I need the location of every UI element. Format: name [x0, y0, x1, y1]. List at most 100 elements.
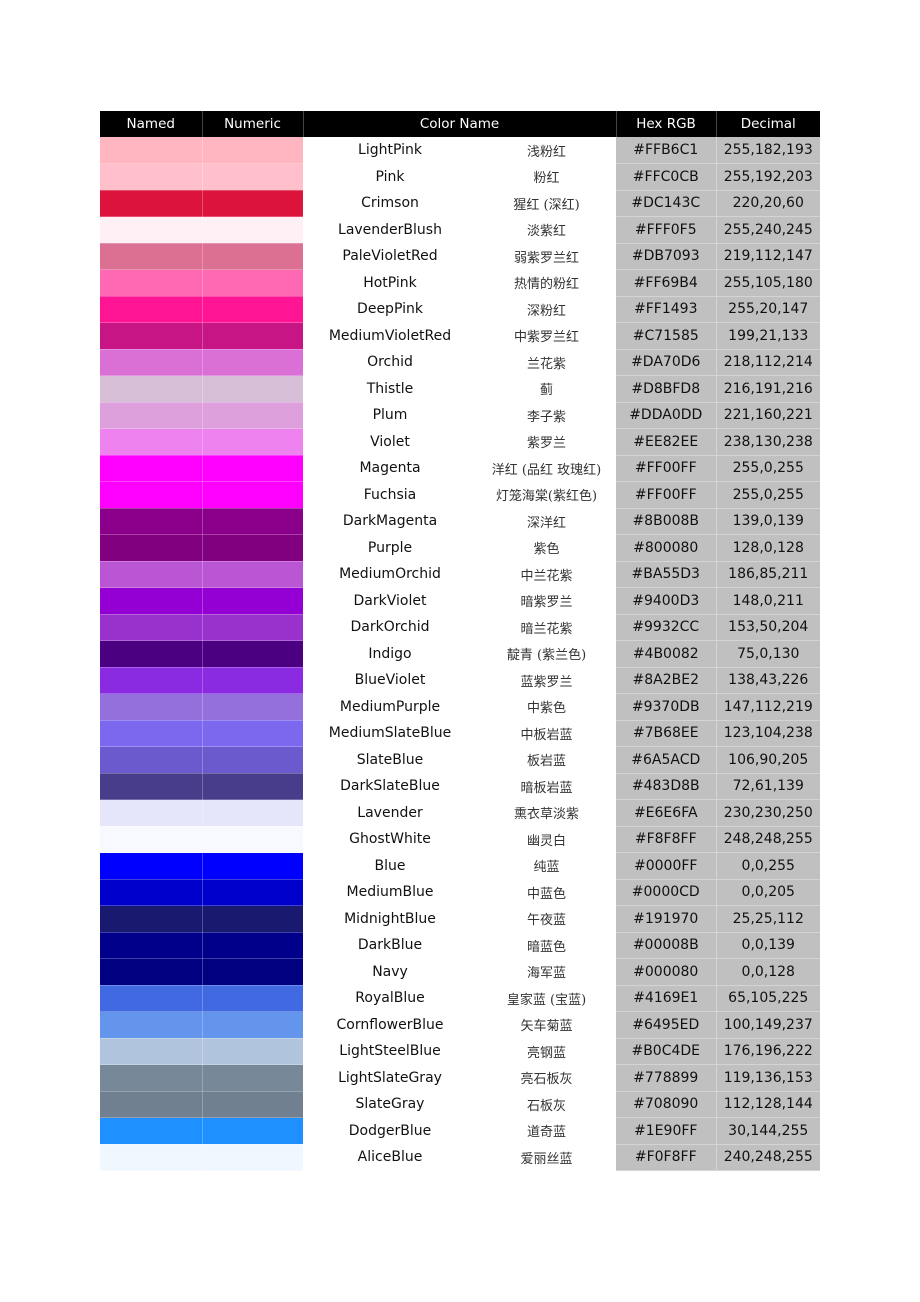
table-row: DarkSlateBlue 暗板岩蓝 #483D8B 72,61,139: [100, 773, 820, 800]
color-name-zh: 靛青 (紫兰色): [477, 640, 616, 668]
named-swatch: [100, 746, 203, 774]
named-swatch: [100, 1064, 203, 1092]
color-name-en: MediumVioletRed: [303, 322, 477, 350]
color-name-en: DarkSlateBlue: [303, 773, 477, 800]
hex-value: #1E90FF: [616, 1117, 717, 1145]
decimal-value: 148,0,211: [716, 587, 820, 615]
numeric-swatch: [202, 614, 303, 641]
numeric-swatch: [202, 852, 303, 880]
header-decimal: Decimal: [716, 111, 820, 137]
decimal-value: 123,104,238: [716, 720, 820, 747]
color-name-zh: 暗板岩蓝: [477, 773, 616, 800]
hex-value: #EE82EE: [616, 428, 717, 456]
decimal-value: 255,192,203: [716, 163, 820, 191]
table-row: MediumBlue 中蓝色 #0000CD 0,0,205: [100, 879, 820, 906]
color-name-zh: 纯蓝: [477, 852, 616, 880]
table-row: DodgerBlue 道奇蓝 #1E90FF 30,144,255: [100, 1117, 820, 1145]
named-swatch: [100, 216, 203, 244]
color-name-en: DarkMagenta: [303, 508, 477, 535]
color-name-zh: 深粉红: [477, 296, 616, 323]
decimal-value: 255,240,245: [716, 216, 820, 244]
color-name-en: BlueViolet: [303, 667, 477, 694]
decimal-value: 30,144,255: [716, 1117, 820, 1145]
numeric-swatch: [202, 1091, 303, 1118]
decimal-value: 230,230,250: [716, 799, 820, 827]
hex-value: #191970: [616, 905, 717, 933]
color-name-en: RoyalBlue: [303, 985, 477, 1012]
table-row: DeepPink 深粉红 #FF1493 255,20,147: [100, 296, 820, 323]
decimal-value: 106,90,205: [716, 746, 820, 774]
color-name-zh: 午夜蓝: [477, 905, 616, 933]
color-name-zh: 幽灵白: [477, 826, 616, 853]
table-row: Orchid 兰花紫 #DA70D6 218,112,214: [100, 349, 820, 376]
named-swatch: [100, 508, 203, 535]
named-swatch: [100, 693, 203, 721]
hex-value: #8A2BE2: [616, 667, 717, 694]
table-row: Magenta 洋红 (品红 玫瑰红) #FF00FF 255,0,255: [100, 455, 820, 482]
color-name-zh: 弱紫罗兰红: [477, 243, 616, 270]
decimal-value: 186,85,211: [716, 561, 820, 588]
color-name-zh: 暗紫罗兰: [477, 587, 616, 615]
hex-value: #FFB6C1: [616, 137, 717, 164]
color-name-en: SlateBlue: [303, 746, 477, 774]
table-row: DarkMagenta 深洋红 #8B008B 139,0,139: [100, 508, 820, 535]
decimal-value: 147,112,219: [716, 693, 820, 721]
table-row: SlateGray 石板灰 #708090 112,128,144: [100, 1091, 820, 1118]
color-name-zh: 洋红 (品红 玫瑰红): [477, 455, 616, 482]
color-name-en: Orchid: [303, 349, 477, 376]
numeric-swatch: [202, 561, 303, 588]
color-name-zh: 板岩蓝: [477, 746, 616, 774]
color-name-zh: 猩红 (深红): [477, 190, 616, 217]
table-row: LightPink 浅粉红 #FFB6C1 255,182,193: [100, 137, 820, 164]
decimal-value: 72,61,139: [716, 773, 820, 800]
named-swatch: [100, 163, 203, 191]
hex-value: #FFF0F5: [616, 216, 717, 244]
named-swatch: [100, 985, 203, 1012]
table-row: LightSlateGray 亮石板灰 #778899 119,136,153: [100, 1064, 820, 1092]
named-swatch: [100, 587, 203, 615]
color-name-en: GhostWhite: [303, 826, 477, 853]
named-swatch: [100, 773, 203, 800]
table-row: LightSteelBlue 亮钢蓝 #B0C4DE 176,196,222: [100, 1038, 820, 1065]
color-name-en: MidnightBlue: [303, 905, 477, 933]
named-swatch: [100, 799, 203, 827]
table-row: Navy 海军蓝 #000080 0,0,128: [100, 958, 820, 986]
table-row: GhostWhite 幽灵白 #F8F8FF 248,248,255: [100, 826, 820, 853]
hex-value: #9400D3: [616, 587, 717, 615]
table-row: Thistle 蓟 #D8BFD8 216,191,216: [100, 375, 820, 403]
named-swatch: [100, 958, 203, 986]
decimal-value: 0,0,128: [716, 958, 820, 986]
color-name-en: SlateGray: [303, 1091, 477, 1118]
numeric-swatch: [202, 190, 303, 217]
color-name-en: LightSteelBlue: [303, 1038, 477, 1065]
table-row: Fuchsia 灯笼海棠(紫红色) #FF00FF 255,0,255: [100, 481, 820, 509]
decimal-value: 248,248,255: [716, 826, 820, 853]
hex-value: #708090: [616, 1091, 717, 1118]
color-name-en: Lavender: [303, 799, 477, 827]
hex-value: #7B68EE: [616, 720, 717, 747]
numeric-swatch: [202, 375, 303, 403]
hex-value: #800080: [616, 534, 717, 562]
hex-value: #DB7093: [616, 243, 717, 270]
decimal-value: 255,182,193: [716, 137, 820, 164]
hex-value: #FFC0CB: [616, 163, 717, 191]
numeric-swatch: [202, 534, 303, 562]
table-row: MediumSlateBlue 中板岩蓝 #7B68EE 123,104,238: [100, 720, 820, 747]
numeric-swatch: [202, 269, 303, 297]
color-name-zh: 灯笼海棠(紫红色): [477, 481, 616, 509]
color-name-en: MediumOrchid: [303, 561, 477, 588]
color-name-en: MediumSlateBlue: [303, 720, 477, 747]
color-name-zh: 紫色: [477, 534, 616, 562]
numeric-swatch: [202, 322, 303, 350]
color-name-en: Blue: [303, 852, 477, 880]
numeric-swatch: [202, 879, 303, 906]
decimal-value: 25,25,112: [716, 905, 820, 933]
numeric-swatch: [202, 428, 303, 456]
numeric-swatch: [202, 1038, 303, 1065]
decimal-value: 255,20,147: [716, 296, 820, 323]
hex-value: #DC143C: [616, 190, 717, 217]
color-name-zh: 紫罗兰: [477, 428, 616, 456]
numeric-swatch: [202, 481, 303, 509]
numeric-swatch: [202, 932, 303, 959]
color-name-zh: 中板岩蓝: [477, 720, 616, 747]
